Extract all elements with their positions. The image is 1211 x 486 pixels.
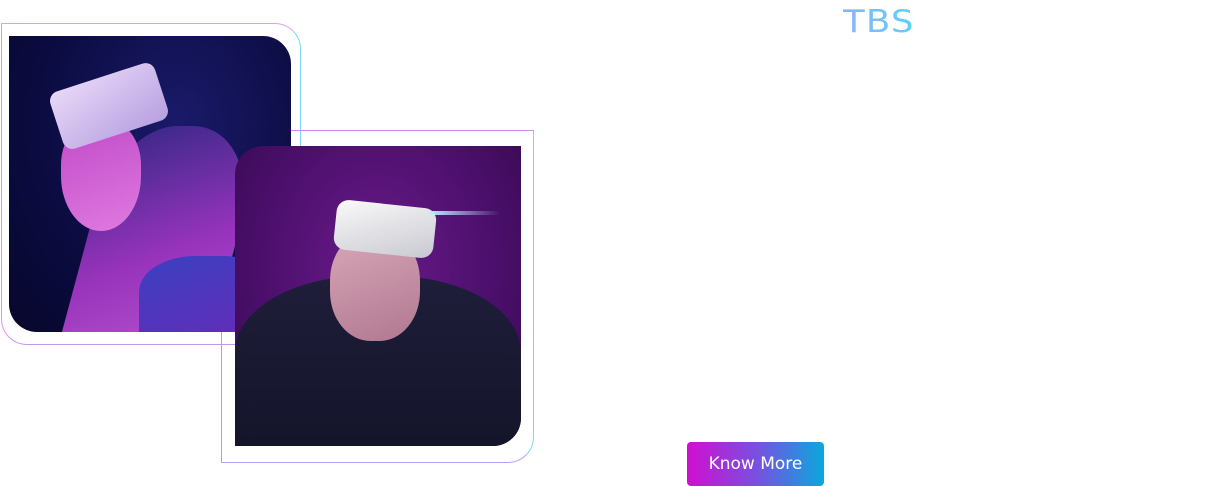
know-more-button[interactable]: Know More — [687, 442, 824, 486]
light-flare — [430, 211, 500, 215]
vr-woman-laughing-image — [235, 146, 521, 446]
headset-shape — [332, 198, 438, 260]
brand-logo[interactable]: TBS — [843, 4, 915, 40]
